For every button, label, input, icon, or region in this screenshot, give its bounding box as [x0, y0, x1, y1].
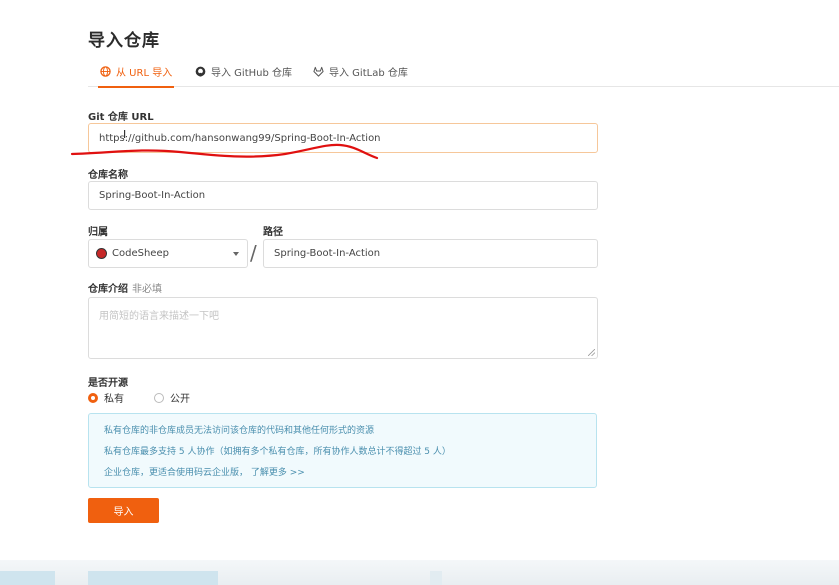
globe-icon [100, 66, 111, 77]
owner-select[interactable]: CodeSheep [88, 239, 248, 268]
radio-checked-icon[interactable] [88, 392, 98, 403]
import-tabs: 从 URL 导入 导入 GitHub 仓库 导入 GitLab 仓库 [88, 58, 839, 88]
description-label: 仓库介绍 非必填 [88, 280, 162, 295]
page-title: 导入仓库 [88, 31, 160, 51]
owner-avatar [96, 248, 107, 259]
path-input[interactable]: Spring-Boot-In-Action [263, 239, 598, 268]
gitlab-icon [313, 66, 324, 77]
git-url-label: Git 仓库 URL [88, 112, 154, 123]
radio-private[interactable]: 私有 [88, 390, 124, 405]
tab-label: 从 URL 导入 [116, 68, 173, 79]
visibility-label: 是否开源 [88, 378, 128, 389]
import-button[interactable]: 导入 [88, 498, 159, 523]
tab-from-url[interactable]: 从 URL 导入 [97, 64, 175, 88]
radio-unchecked-icon[interactable] [154, 392, 164, 403]
description-label-text: 仓库介绍 [88, 284, 128, 295]
github-icon [195, 66, 206, 77]
description-optional: 非必填 [132, 284, 162, 295]
private-repo-info-box: 私有仓库的非仓库成员无法访问该仓库的代码和其他任何形式的资源 私有仓库最多支持 … [88, 413, 597, 488]
strip-block [430, 571, 442, 585]
owner-label: 归属 [88, 227, 108, 238]
description-textarea[interactable]: 用简短的语言来描述一下吧 [88, 297, 598, 359]
tab-github[interactable]: 导入 GitHub 仓库 [195, 64, 292, 79]
description-placeholder: 用简短的语言来描述一下吧 [99, 311, 219, 322]
repo-name-label: 仓库名称 [88, 170, 128, 181]
radio-private-label: 私有 [104, 394, 124, 405]
tab-label: 导入 GitLab 仓库 [329, 68, 408, 79]
tab-gitlab[interactable]: 导入 GitLab 仓库 [313, 64, 408, 79]
strip-block [0, 571, 55, 585]
tab-label: 导入 GitHub 仓库 [211, 68, 293, 79]
info-line: 私有仓库的非仓库成员无法访问该仓库的代码和其他任何形式的资源 [104, 426, 375, 436]
red-underline-annotation [70, 143, 379, 160]
path-value: Spring-Boot-In-Action [274, 248, 381, 259]
radio-public[interactable]: 公开 [154, 390, 190, 405]
info-line-learn-more[interactable]: 企业仓库，更适合使用码云企业版， 了解更多 >> [104, 463, 581, 484]
resize-handle-icon[interactable] [588, 349, 595, 356]
owner-value: CodeSheep [112, 248, 169, 259]
strip-block [88, 571, 218, 585]
chevron-down-icon [233, 252, 239, 256]
repo-name-value: Spring-Boot-In-Action [99, 190, 206, 201]
info-line: 私有仓库最多支持 5 人协作（如拥有多个私有仓库，所有协作人数总计不得超过 5 … [104, 447, 451, 457]
path-label: 路径 [263, 227, 283, 238]
repo-name-input[interactable]: Spring-Boot-In-Action [88, 181, 598, 210]
path-separator: / [250, 241, 257, 265]
radio-public-label: 公开 [170, 394, 190, 405]
